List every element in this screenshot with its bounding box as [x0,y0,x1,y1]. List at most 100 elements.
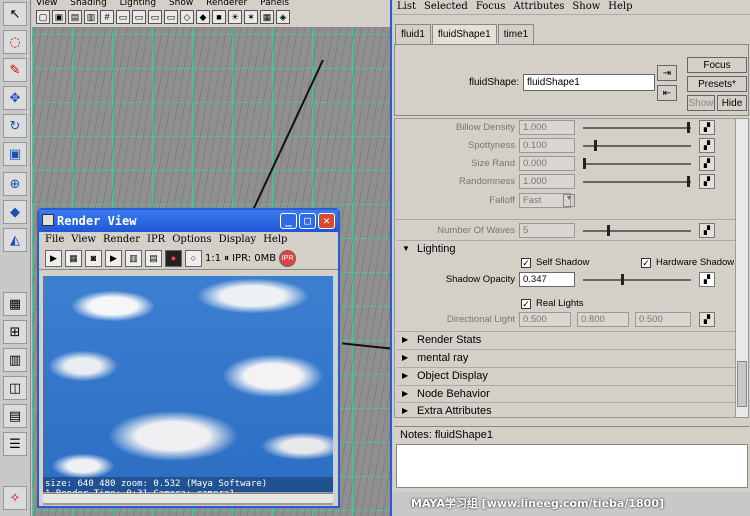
presets-button[interactable]: Presets* [687,76,747,92]
vp-menu-panels[interactable]: Panels [260,0,289,8]
rv-menu-display[interactable]: Display [219,234,257,246]
spottyness-slider[interactable] [583,140,691,151]
alpha-channel-icon[interactable]: ○ [185,250,202,267]
close-button[interactable]: ✕ [318,213,335,229]
section-node-behavior[interactable]: ▶ Node Behavior [397,385,735,402]
falloff-dropdown-icon[interactable]: ▼ [563,194,575,207]
layout-graph-icon[interactable]: ▤ [3,404,27,428]
render-view-scrollbar[interactable] [43,493,333,503]
soft-mod-icon[interactable]: ◆ [3,200,27,224]
resolution-gate-icon[interactable]: ▭ [132,10,146,24]
film-gate-icon[interactable]: ▭ [116,10,130,24]
dir-light-x-field[interactable]: 0.500 [519,312,571,327]
section-extra-attributes[interactable]: ▶ Extra Attributes [397,402,735,417]
section-lighting[interactable]: ▼ Lighting [397,240,735,257]
tab-fluid1[interactable]: fluid1 [395,24,431,44]
layout-persp-icon[interactable]: ◫ [3,376,27,400]
dir-light-map-icon[interactable]: ▞ [699,312,715,327]
flat-shade-icon[interactable]: ■ [212,10,226,24]
rv-menu-options[interactable]: Options [172,234,211,246]
layout-four-icon[interactable]: ⊞ [3,320,27,344]
manipulator-icon[interactable]: ⊕ [3,172,27,196]
wireframe-icon[interactable]: ◇ [180,10,194,24]
ae-menu-selected[interactable]: Selected [424,1,468,13]
real-lights-checkbox[interactable]: ✓ [521,299,531,309]
dir-light-z-field[interactable]: 0.500 [635,312,691,327]
randomness-slider[interactable] [583,176,691,187]
rv-menu-ipr[interactable]: IPR [147,234,165,246]
layout-outliner-icon[interactable]: ☰ [3,432,27,456]
spottyness-field[interactable]: 0.100 [519,138,575,153]
ae-menu-show[interactable]: Show [572,1,600,13]
rv-menu-view[interactable]: View [71,234,96,246]
shadow-opacity-field[interactable]: 0.347 [519,272,575,287]
render-region-icon[interactable]: ▦ [65,250,82,267]
ae-menu-help[interactable]: Help [608,1,632,13]
vp-menu-show[interactable]: Show [169,0,193,8]
rv-menu-help[interactable]: Help [263,234,287,246]
num-waves-field[interactable]: 5 [519,223,575,238]
num-waves-map-icon[interactable]: ▞ [699,223,715,238]
notes-textarea[interactable] [396,444,748,488]
hardware-shadow-checkbox[interactable]: ✓ [641,258,651,268]
bookmark-icon[interactable]: ▤ [68,10,82,24]
render-view-titlebar[interactable]: Render View _ □ ✕ [39,210,338,232]
section-mental-ray[interactable]: ▶ mental ray [397,349,735,366]
section-render-stats[interactable]: ▶ Render Stats [397,331,735,348]
fluidshape-name-input[interactable] [523,74,655,91]
ae-scrollbar-thumb[interactable] [737,361,747,407]
tab-fluidshape1[interactable]: fluidShape1 [431,24,497,44]
randomness-map-icon[interactable]: ▞ [699,174,715,189]
size-rand-map-icon[interactable]: ▞ [699,156,715,171]
self-shadow-checkbox[interactable]: ✓ [521,258,531,268]
input-connection-icon[interactable]: ⇥ [657,65,677,81]
scale-tool-icon[interactable]: ▣ [3,142,27,166]
billow-density-slider[interactable] [583,122,691,133]
output-connection-icon[interactable]: ⇤ [657,85,677,101]
rgb-channel-icon[interactable]: ● [165,250,182,267]
move-tool-icon[interactable]: ✥ [3,86,27,110]
billow-density-map-icon[interactable]: ▞ [699,120,715,135]
shadow-opacity-map-icon[interactable]: ▞ [699,272,715,287]
dir-light-y-field[interactable]: 0.800 [577,312,629,327]
xray-icon[interactable]: ◈ [276,10,290,24]
lasso-tool-icon[interactable]: ◌ [3,30,27,54]
size-rand-slider[interactable] [583,158,691,169]
focus-button[interactable]: Focus [687,57,747,73]
rv-menu-render[interactable]: Render [103,234,140,246]
image-plane-icon[interactable]: ▥ [84,10,98,24]
default-light-icon[interactable]: ☀ [228,10,242,24]
rv-menu-file[interactable]: File [45,234,64,246]
redo-render-icon[interactable]: ▶ [45,250,62,267]
show-button[interactable]: Show [687,95,715,111]
pause-icon[interactable]: ⏸ [224,253,229,264]
render-settings-icon[interactable]: ▤ [145,250,162,267]
vp-menu-lighting[interactable]: Lighting [120,0,156,8]
ratio-label[interactable]: 1:1 [205,253,221,264]
snapshot-icon[interactable]: ◙ [85,250,102,267]
vp-menu-view[interactable]: View [36,0,57,8]
paint-select-icon[interactable]: ✎ [3,58,27,82]
last-tool-icon[interactable]: ◭ [3,228,27,252]
all-lights-icon[interactable]: ✶ [244,10,258,24]
gate-mask-icon[interactable]: ▭ [148,10,162,24]
ipr-refresh-icon[interactable]: ▥ [125,250,142,267]
billow-density-field[interactable]: 1.000 [519,120,575,135]
size-rand-field[interactable]: 0.000 [519,156,575,171]
ipr-button-icon[interactable]: IPR [279,250,297,267]
layout-single-icon[interactable]: ▦ [3,292,27,316]
num-waves-slider[interactable] [583,225,691,236]
tab-time1[interactable]: time1 [497,24,535,44]
rotate-tool-icon[interactable]: ↻ [3,114,27,138]
ipr-render-icon[interactable]: ▶ [105,250,122,267]
grid-toggle-icon[interactable]: # [100,10,114,24]
safe-action-icon[interactable]: ▭ [164,10,178,24]
section-object-display[interactable]: ▶ Object Display [397,367,735,384]
randomness-field[interactable]: 1.000 [519,174,575,189]
minimize-button[interactable]: _ [280,213,297,229]
camera-select-icon[interactable]: ▢ [36,10,50,24]
layout-side-icon[interactable]: ▥ [3,348,27,372]
ae-scrollbar[interactable] [735,119,748,417]
smooth-shade-icon[interactable]: ◆ [196,10,210,24]
vp-menu-shading[interactable]: Shading [70,0,107,8]
